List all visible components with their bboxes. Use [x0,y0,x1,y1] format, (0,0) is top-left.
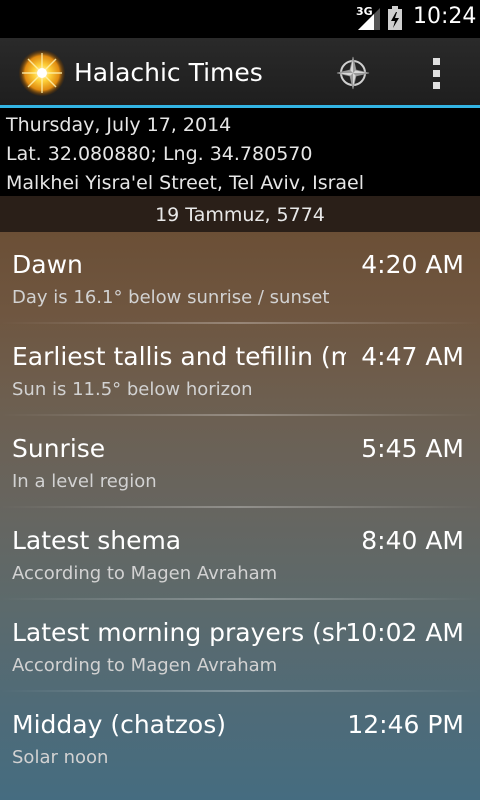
zman-name: Latest morning prayers (shacharis) [12,618,346,647]
zman-description: Day is 16.1° below sunrise / sunset [12,287,330,308]
zman-description: According to Magen Avraham [12,563,278,584]
battery-icon [388,6,402,30]
zman-time: 4:47 AM [361,342,464,371]
zman-description: In a level region [12,471,157,492]
zman-description: According to Magen Avraham [12,655,278,676]
zman-name: Latest shema [12,526,182,555]
list-item[interactable]: Earliest tallis and tefillin (misheyakir… [0,324,480,416]
zman-name: Earliest tallis and tefillin (misheyakir… [12,342,346,371]
status-bar: 3G 10:24 [0,0,480,38]
list-item[interactable]: Sunrise 5:45 AM In a level region [0,416,480,508]
action-bar: Halachic Times [0,38,480,107]
compass-icon[interactable] [336,56,370,90]
times-list[interactable]: Dawn 4:20 AM Day is 16.1° below sunrise … [0,232,480,800]
list-item[interactable]: Latest shema 8:40 AM According to Magen … [0,508,480,600]
zman-time: 5:45 AM [361,434,464,463]
list-item[interactable]: Midday (chatzos) 12:46 PM Solar noon [0,692,480,784]
zman-name: Sunrise [12,434,106,463]
coordinates: Lat. 32.080880; Lng. 34.780570 [6,143,313,165]
zman-name: Midday (chatzos) [12,710,226,739]
hebrew-date: 19 Tammuz, 5774 [0,196,480,232]
zman-time: 12:46 PM [347,710,464,739]
status-clock: 10:24 [413,4,477,29]
sun-logo-icon[interactable] [18,49,66,97]
zman-time: 8:40 AM [361,526,464,555]
gregorian-date: Thursday, July 17, 2014 [6,114,232,136]
location-header: Thursday, July 17, 2014 Lat. 32.080880; … [0,108,480,196]
zman-description: Sun is 11.5° below horizon [12,379,253,400]
address[interactable]: Malkhei Yisra'el Street, Tel Aviv, Israe… [6,172,364,194]
signal-strength-icon [358,8,380,30]
app-title: Halachic Times [74,58,263,87]
zman-time: 10:02 AM [345,618,464,647]
overflow-menu-icon[interactable] [424,56,450,90]
list-item[interactable]: Latest morning prayers (shacharis) 10:02… [0,600,480,692]
zman-description: Solar noon [12,747,109,768]
zman-name: Dawn [12,250,83,279]
list-item[interactable]: Dawn 4:20 AM Day is 16.1° below sunrise … [0,232,480,324]
zman-time: 4:20 AM [361,250,464,279]
screen: 3G 10:24 Halachic Times Thursday, July 1… [0,0,480,800]
